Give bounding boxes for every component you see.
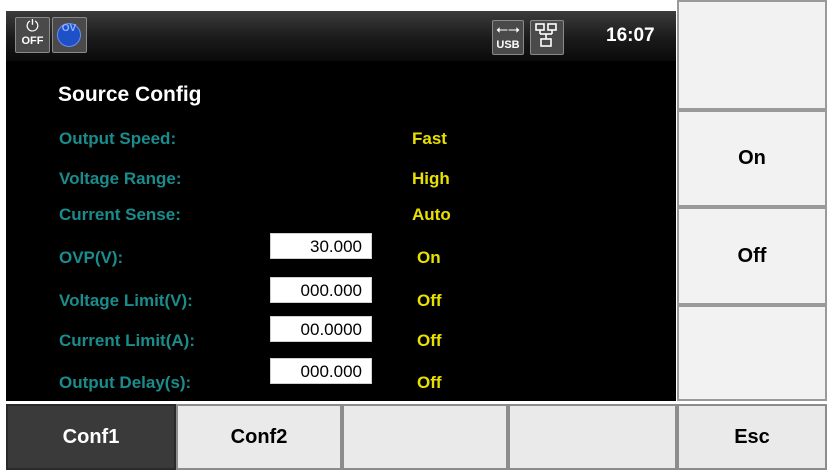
page-title: Source Config	[58, 83, 202, 106]
instrument-screen: ⏻ OFF OV ⭠⭢ USB 16:07 Source Config Outp…	[0, 0, 827, 470]
setting-value-current-sense[interactable]: Auto	[412, 205, 451, 225]
usb-label: USB	[496, 39, 520, 51]
side-key-on[interactable]: On	[677, 110, 827, 207]
setting-value-voltage-range[interactable]: High	[412, 169, 450, 189]
output-delay-state[interactable]: Off	[417, 373, 442, 393]
power-state-label: OFF	[21, 35, 44, 47]
network-status	[530, 20, 564, 55]
ovp-state[interactable]: On	[417, 248, 441, 268]
current-limit-state[interactable]: Off	[417, 331, 442, 351]
clock: 16:07	[606, 25, 655, 46]
setting-value-output-speed[interactable]: Fast	[412, 129, 447, 149]
current-limit-input[interactable]: 00.0000	[270, 316, 372, 342]
setting-label-current-sense: Current Sense:	[59, 205, 181, 224]
setting-label-output-speed: Output Speed:	[59, 129, 177, 148]
tab-conf2[interactable]: Conf2	[176, 404, 342, 470]
setting-label-voltage-range: Voltage Range:	[59, 169, 182, 188]
side-key-4[interactable]	[677, 305, 827, 401]
setting-label-voltage-limit: Voltage Limit(V):	[59, 291, 193, 310]
ov-label: OV	[61, 23, 77, 34]
output-delay-input[interactable]: 000.000	[270, 358, 372, 384]
output-power-indicator[interactable]: ⏻ OFF	[15, 17, 50, 53]
setting-label-ovp: OVP(V):	[59, 248, 124, 267]
setting-label-current-limit: Current Limit(A):	[59, 331, 195, 350]
side-key-1[interactable]	[677, 0, 827, 110]
power-icon: ⏻	[26, 18, 39, 35]
setting-label-output-delay: Output Delay(s):	[59, 373, 192, 392]
tab-conf1[interactable]: Conf1	[6, 404, 176, 470]
bottom-key-4[interactable]	[508, 404, 677, 470]
bottom-key-3[interactable]	[342, 404, 508, 470]
side-key-off[interactable]: Off	[677, 207, 827, 305]
usb-status: ⭠⭢ USB	[492, 20, 524, 55]
main-display: ⏻ OFF OV ⭠⭢ USB 16:07 Source Config Outp…	[6, 11, 676, 401]
status-bar: ⏻ OFF OV ⭠⭢ USB 16:07	[6, 11, 676, 61]
ov-indicator[interactable]: OV	[52, 17, 87, 53]
voltage-limit-input[interactable]: 000.000	[270, 277, 372, 303]
esc-button[interactable]: Esc	[677, 404, 827, 470]
voltage-limit-state[interactable]: Off	[417, 291, 442, 311]
ovp-input[interactable]: 30.000	[270, 233, 372, 259]
usb-icon: ⭠⭢	[495, 21, 520, 38]
network-icon	[535, 23, 557, 47]
